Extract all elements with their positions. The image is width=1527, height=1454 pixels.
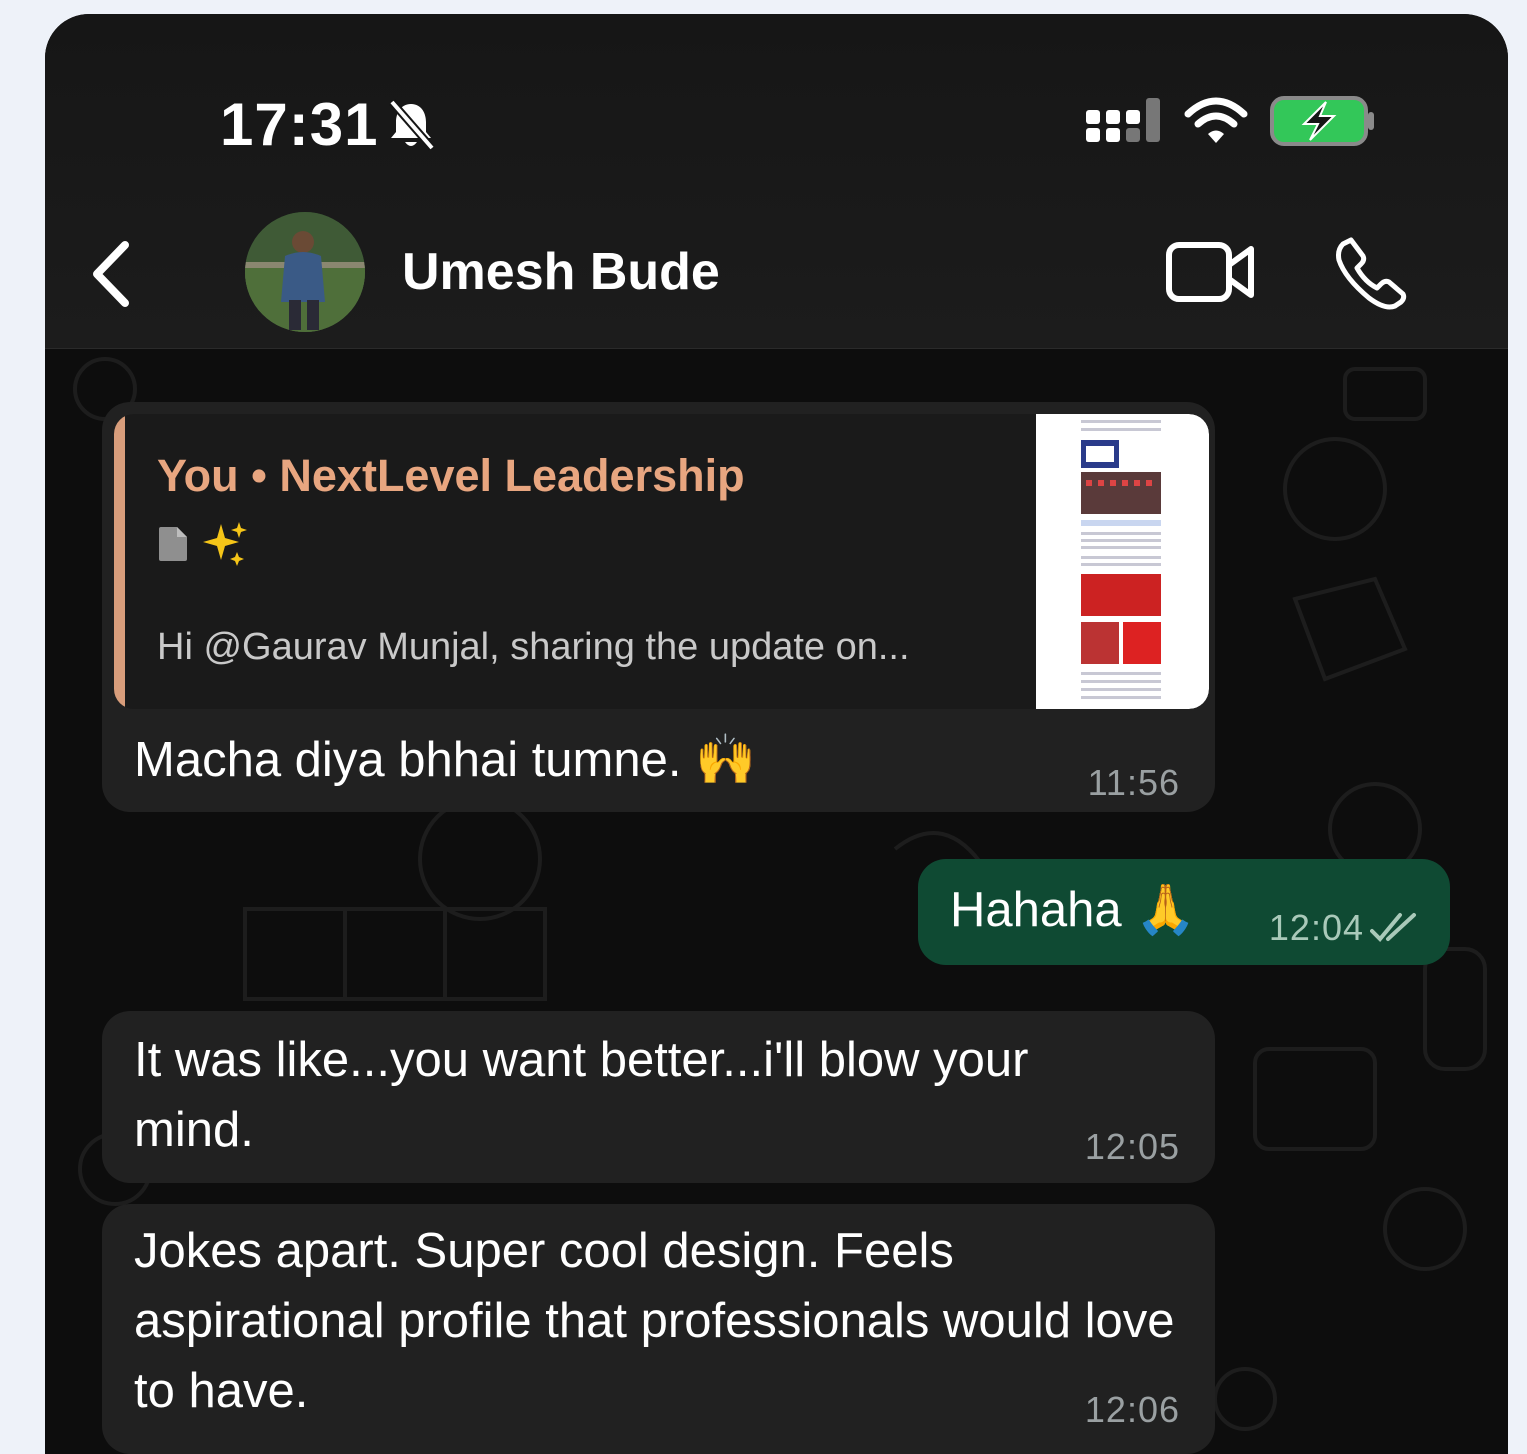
message-time-row: 12:04 [1269, 907, 1420, 949]
contact-avatar[interactable] [245, 212, 365, 332]
back-chevron-icon[interactable] [85, 239, 145, 309]
message-bubble-incoming[interactable]: Jokes apart. Super cool design. Feels as… [102, 1204, 1215, 1454]
message-text: Hahaha 🙏 [950, 883, 1197, 937]
message-bubble-outgoing[interactable]: Hahaha 🙏 12:04 [918, 859, 1450, 965]
quote-accent-bar [114, 414, 125, 709]
message-bubble-incoming[interactable]: It was like...you want better...i'll blo… [102, 1011, 1215, 1183]
message-time: 12:04 [1268, 907, 1364, 948]
quote-preview: Hi @Gaurav Munjal, sharing the update on… [157, 626, 910, 668]
contact-name[interactable]: Umesh Bude [402, 242, 720, 302]
avatar-photo [245, 212, 365, 332]
message-text: Macha diya bhhai tumne. 🙌 [134, 733, 757, 787]
wifi-icon [1184, 97, 1248, 143]
quoted-message[interactable]: You • NextLevel Leadership Hi @Gaurav Mu… [114, 414, 1209, 709]
bell-slash-icon [389, 98, 436, 151]
quote-icons [157, 520, 249, 568]
phone-call-icon[interactable] [1333, 234, 1409, 310]
thumbnail-preview [1081, 420, 1161, 699]
battery-charging-icon [1270, 96, 1374, 146]
document-icon [159, 527, 187, 561]
video-call-icon[interactable] [1165, 239, 1257, 305]
signal-icon [1086, 98, 1160, 142]
document-thumbnail[interactable] [1036, 414, 1209, 709]
quote-title: You • NextLevel Leadership [157, 450, 745, 501]
message-text: Jokes apart. Super cool design. Feels as… [134, 1224, 1175, 1418]
sparkles-icon [203, 522, 247, 566]
phone-screen: 17:31 Umesh Bude You • NextLevel Leaders… [45, 14, 1508, 1454]
status-time: 17:31 [220, 90, 436, 159]
message-bubble-incoming[interactable]: You • NextLevel Leadership Hi @Gaurav Mu… [102, 402, 1215, 812]
status-time-text: 17:31 [220, 91, 379, 158]
message-time: 12:06 [1084, 1389, 1180, 1430]
status-icons [1086, 94, 1378, 148]
top-bar: 17:31 Umesh Bude [45, 14, 1508, 349]
message-text: It was like...you want better...i'll blo… [134, 1033, 1029, 1157]
chat-area[interactable]: You • NextLevel Leadership Hi @Gaurav Mu… [45, 349, 1508, 1454]
message-time: 12:05 [1084, 1126, 1180, 1167]
message-time: 11:56 [1087, 762, 1180, 803]
double-check-icon [1370, 913, 1416, 942]
